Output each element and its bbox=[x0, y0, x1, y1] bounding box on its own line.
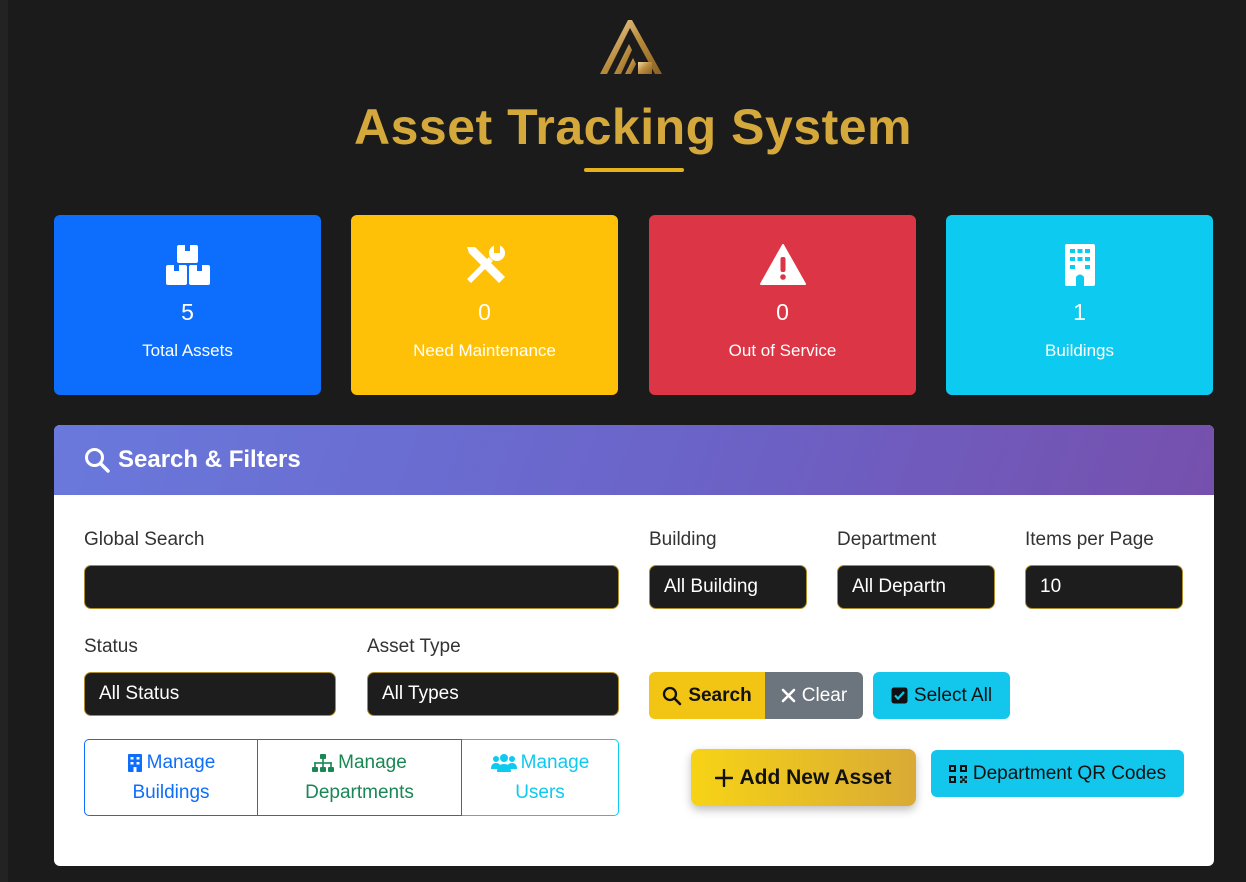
manage-buildings-button[interactable]: Manage Buildings bbox=[84, 739, 257, 816]
global-search-label: Global Search bbox=[84, 529, 205, 550]
manage-departments-line2: Departments bbox=[305, 781, 414, 803]
stat-value: 0 bbox=[478, 299, 491, 325]
panel-title: Search & Filters bbox=[118, 446, 301, 473]
users-icon bbox=[490, 753, 517, 772]
manage-users-button[interactable]: Manage Users bbox=[462, 739, 619, 816]
stat-card-total-assets: 5 Total Assets bbox=[54, 215, 321, 395]
add-new-asset-button[interactable]: Add New Asset bbox=[691, 749, 916, 806]
qr-code-icon bbox=[948, 764, 967, 783]
brand-logo bbox=[600, 20, 662, 74]
stat-card-buildings: 1 Buildings bbox=[946, 215, 1213, 395]
stat-value: 5 bbox=[181, 299, 194, 325]
tools-icon bbox=[466, 245, 505, 283]
close-icon bbox=[781, 688, 796, 703]
manage-users-line1: Manage bbox=[520, 751, 590, 773]
warning-triangle-icon bbox=[759, 244, 806, 285]
stat-card-need-maintenance: 0 Need Maintenance bbox=[351, 215, 618, 395]
department-qr-codes-button[interactable]: Department QR Codes bbox=[931, 750, 1184, 797]
asset-type-label: Asset Type bbox=[367, 636, 461, 657]
department-label: Department bbox=[837, 529, 937, 550]
select-all-label: Select All bbox=[913, 684, 993, 706]
items-per-page-select[interactable]: 10 bbox=[1025, 565, 1183, 609]
search-filters-panel: Search & Filters Global Search Building … bbox=[54, 425, 1214, 866]
manage-users-line2: Users bbox=[515, 781, 565, 803]
boxes-icon bbox=[165, 245, 210, 285]
checkbox-checked-icon bbox=[891, 687, 908, 704]
select-all-button[interactable]: Select All bbox=[873, 672, 1010, 719]
building-icon bbox=[1064, 244, 1095, 286]
department-qr-codes-label: Department QR Codes bbox=[972, 762, 1167, 784]
stat-card-out-of-service: 0 Out of Service bbox=[649, 215, 916, 395]
manage-buildings-line1: Manage bbox=[146, 751, 216, 773]
manage-buildings-line2: Buildings bbox=[132, 781, 210, 803]
stat-value: 0 bbox=[776, 299, 789, 325]
items-per-page-label: Items per Page bbox=[1025, 529, 1154, 550]
search-icon bbox=[85, 448, 110, 473]
manage-button-group: Manage Buildings Manage Departments Mana… bbox=[84, 739, 619, 816]
manage-departments-line1: Manage bbox=[338, 751, 407, 773]
department-select[interactable]: All Departn bbox=[837, 565, 995, 609]
add-new-asset-label: Add New Asset bbox=[739, 765, 892, 789]
search-button[interactable]: Search bbox=[649, 672, 765, 719]
status-label: Status bbox=[84, 636, 138, 657]
clear-button-label: Clear bbox=[801, 684, 848, 706]
building-icon bbox=[127, 753, 142, 772]
stat-label: Buildings bbox=[1045, 341, 1114, 360]
plus-icon bbox=[715, 768, 734, 787]
manage-departments-button[interactable]: Manage Departments bbox=[257, 739, 462, 816]
asset-type-select[interactable]: All Types bbox=[367, 672, 619, 716]
search-button-label: Search bbox=[688, 684, 752, 706]
stat-label: Need Maintenance bbox=[413, 341, 556, 360]
building-select[interactable]: All Building bbox=[649, 565, 807, 609]
title-underline bbox=[584, 168, 684, 172]
search-icon bbox=[663, 686, 682, 705]
clear-button[interactable]: Clear bbox=[765, 672, 863, 719]
status-select[interactable]: All Status bbox=[84, 672, 336, 716]
building-label: Building bbox=[649, 529, 717, 550]
stat-label: Total Assets bbox=[142, 341, 233, 360]
sitemap-icon bbox=[312, 753, 335, 772]
stat-value: 1 bbox=[1073, 299, 1086, 325]
global-search-input[interactable] bbox=[84, 565, 619, 609]
panel-header: Search & Filters bbox=[54, 425, 1214, 495]
stat-label: Out of Service bbox=[728, 341, 837, 360]
page-title: Asset Tracking System bbox=[354, 99, 912, 155]
